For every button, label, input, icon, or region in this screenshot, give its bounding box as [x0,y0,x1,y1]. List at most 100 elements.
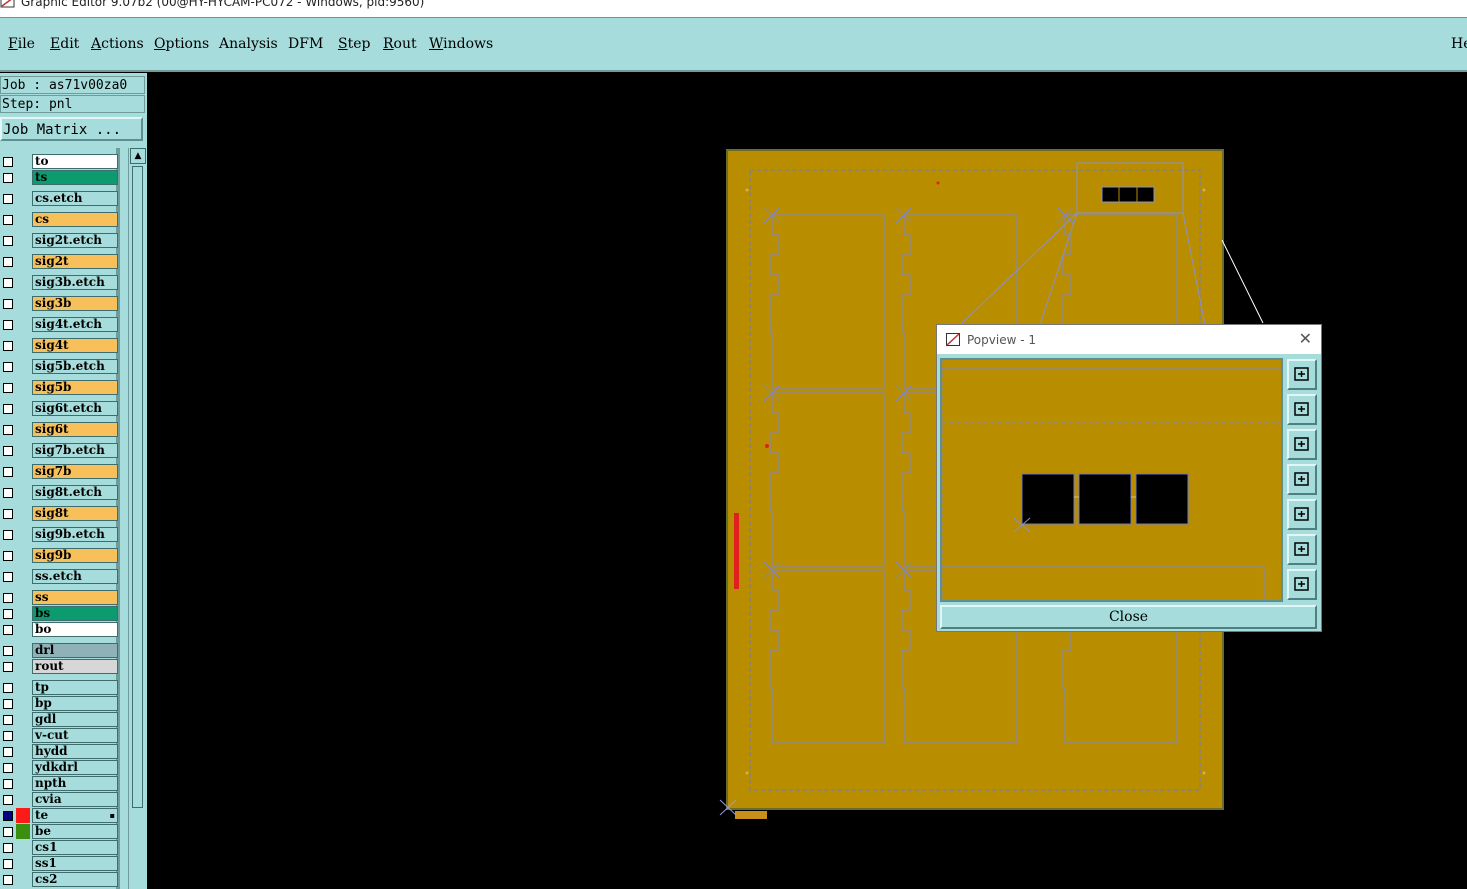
layer-checkbox[interactable] [3,699,13,709]
layer-row-tp[interactable]: tp [0,680,118,695]
layer-row-bs[interactable]: bs [0,606,118,621]
layer-checkbox[interactable] [3,341,13,351]
popview-title-bar[interactable]: Popview - 1 ✕ [937,325,1321,354]
layer-name[interactable]: sig8t.etch [32,485,118,500]
layer-checkbox[interactable] [3,404,13,414]
layer-name[interactable]: bp [32,696,118,711]
layer-row-be[interactable]: be [0,824,118,839]
layer-row-bp[interactable]: bp [0,696,118,711]
layer-row-cs2[interactable]: cs2 [0,872,118,887]
layer-checkbox[interactable] [3,551,13,561]
layer-name[interactable]: cs [32,212,118,227]
layer-checkbox[interactable] [3,747,13,757]
close-button[interactable]: Close [940,605,1317,629]
menu-options[interactable]: Options [154,36,209,52]
layer-checkbox[interactable] [3,811,13,821]
layer-name[interactable]: npth [32,776,118,791]
layer-name[interactable]: cs.etch [32,191,118,206]
layer-row-sig2t.etch[interactable]: sig2t.etch [0,233,118,248]
layer-row-sig2t[interactable]: sig2t [0,254,118,269]
menu-step[interactable]: Step [338,36,370,52]
layer-name[interactable]: rout [32,659,118,674]
layer-name[interactable]: sig8t [32,506,118,521]
layer-row-sig8t[interactable]: sig8t [0,506,118,521]
pan-right-icon[interactable] [1287,499,1317,530]
menu-he[interactable]: He [1451,36,1467,52]
layer-checkbox[interactable] [3,859,13,869]
layer-checkbox[interactable] [3,299,13,309]
layer-row-sig9b.etch[interactable]: sig9b.etch [0,527,118,542]
layer-name[interactable]: sig2t.etch [32,233,118,248]
pan-left-icon[interactable] [1287,464,1317,495]
layer-name[interactable]: to [32,154,118,169]
layer-row-sig6t[interactable]: sig6t [0,422,118,437]
menu-dfm[interactable]: DFM [288,36,323,52]
layer-row-sig5b[interactable]: sig5b [0,380,118,395]
menu-analysis[interactable]: Analysis [219,36,278,52]
zoom-in-icon[interactable] [1287,569,1317,600]
zoom-fit-icon[interactable] [1287,359,1317,390]
layer-checkbox[interactable] [3,467,13,477]
layer-row-sig4t.etch[interactable]: sig4t.etch [0,317,118,332]
zoom-out-icon[interactable] [1287,534,1317,565]
layer-row-to[interactable]: to [0,154,118,169]
layer-name[interactable]: ts [32,170,118,185]
layer-name[interactable]: ydkdrl [32,760,118,775]
layer-checkbox[interactable] [3,362,13,372]
layer-checkbox[interactable] [3,425,13,435]
layer-row-sig9b[interactable]: sig9b [0,548,118,563]
scrollbar-thumb[interactable] [132,166,143,808]
layer-name[interactable]: be [32,824,118,839]
layer-name[interactable]: cvia [32,792,118,807]
layer-name[interactable]: hydd [32,744,118,759]
layer-checkbox[interactable] [3,488,13,498]
layer-row-rout[interactable]: rout [0,659,118,674]
layer-name[interactable]: sig3b.etch [32,275,118,290]
pan-down-icon[interactable] [1287,429,1317,460]
layer-row-drl[interactable]: drl [0,643,118,658]
layer-row-npth[interactable]: npth [0,776,118,791]
layer-name[interactable]: tp [32,680,118,695]
layer-name[interactable]: sig7b.etch [32,443,118,458]
layer-checkbox[interactable] [3,383,13,393]
layer-checkbox[interactable] [3,795,13,805]
layer-checkbox[interactable] [3,446,13,456]
layer-row-te[interactable]: te ▪ [0,808,118,823]
layer-name[interactable]: sig4t.etch [32,317,118,332]
layer-name[interactable]: sig9b.etch [32,527,118,542]
layer-row-ss1[interactable]: ss1 [0,856,118,871]
layer-name[interactable]: ss.etch [32,569,118,584]
layer-name[interactable]: sig6t [32,422,118,437]
layer-checkbox[interactable] [3,236,13,246]
layer-checkbox[interactable] [3,157,13,167]
layer-checkbox[interactable] [3,625,13,635]
layer-checkbox[interactable] [3,683,13,693]
layer-row-sig7b.etch[interactable]: sig7b.etch [0,443,118,458]
layer-checkbox[interactable] [3,530,13,540]
layer-row-cs.etch[interactable]: cs.etch [0,191,118,206]
layer-checkbox[interactable] [3,763,13,773]
popview-viewport[interactable] [940,358,1283,602]
layer-checkbox[interactable] [3,194,13,204]
layer-checkbox[interactable] [3,827,13,837]
pan-up-icon[interactable] [1287,394,1317,425]
layer-list-scrollbar[interactable]: ▲ [128,148,146,889]
menu-windows[interactable]: Windows [429,36,493,52]
layer-name[interactable]: te ▪ [32,808,118,823]
menu-actions[interactable]: Actions [91,36,144,52]
layer-checkbox[interactable] [3,320,13,330]
layer-name[interactable]: sig5b [32,380,118,395]
layer-row-hydd[interactable]: hydd [0,744,118,759]
layer-row-gdl[interactable]: gdl [0,712,118,727]
menu-edit[interactable]: Edit [50,36,79,52]
layer-checkbox[interactable] [3,593,13,603]
scroll-up-icon[interactable]: ▲ [130,148,146,164]
layer-name[interactable]: v-cut [32,728,118,743]
layer-row-sig7b[interactable]: sig7b [0,464,118,479]
layer-row-cs[interactable]: cs [0,212,118,227]
layer-name[interactable]: ss1 [32,856,118,871]
layer-checkbox[interactable] [3,875,13,885]
layer-row-ss[interactable]: ss [0,590,118,605]
layer-name[interactable]: sig7b [32,464,118,479]
layer-row-ts[interactable]: ts [0,170,118,185]
